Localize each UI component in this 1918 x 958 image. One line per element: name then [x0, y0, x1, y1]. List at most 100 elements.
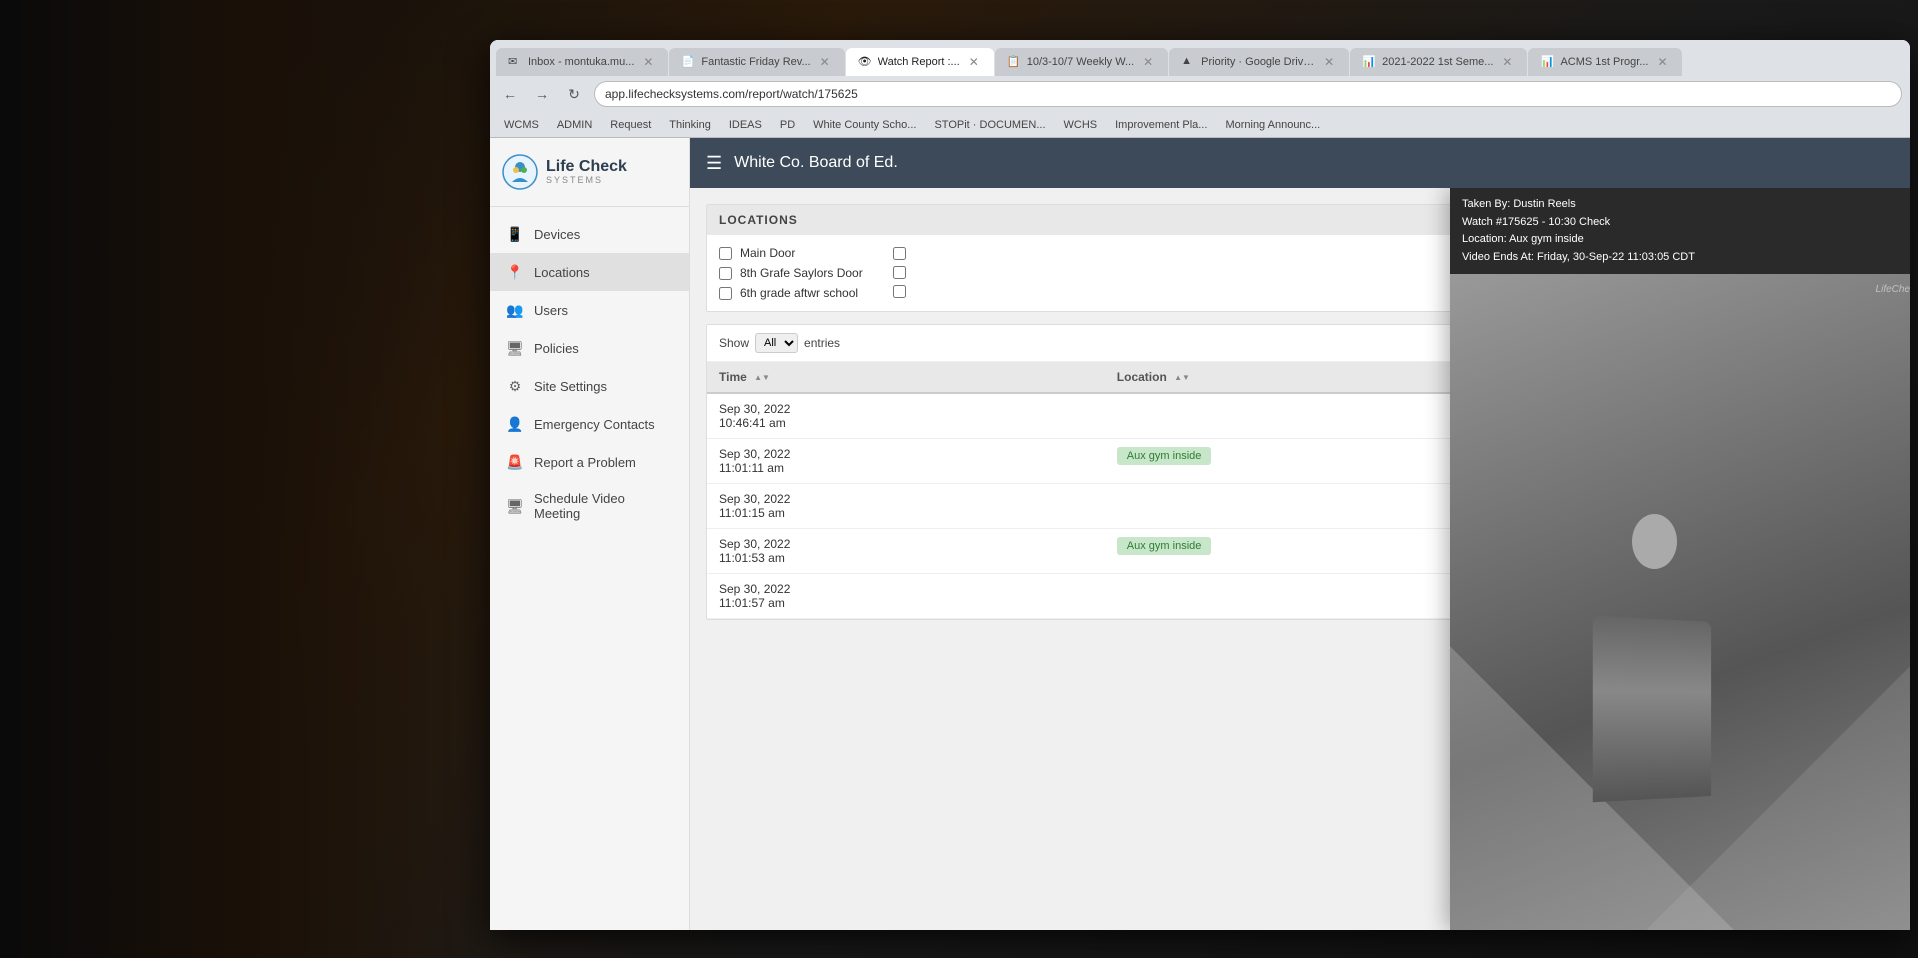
sidebar-item-emergency-contacts[interactable]: 👤 Emergency Contacts: [490, 405, 689, 443]
bookmark-label-pd: PD: [780, 119, 795, 131]
org-title: White Co. Board of Ed.: [734, 154, 898, 172]
watch-report-overlay: Taken By: Dustin Reels Watch #175625 - 1…: [1450, 188, 1910, 930]
bookmark-thinking[interactable]: Thinking: [663, 117, 717, 133]
tab-inbox[interactable]: ✉ Inbox - montuka.mu... ✕: [496, 48, 668, 76]
overlay-video-ends: Video Ends At: Friday, 30-Sep-22 11:03:0…: [1462, 249, 1910, 267]
bookmarks-bar: WCMS ADMIN Request Thinking IDEAS PD Whi…: [490, 112, 1910, 138]
tab-favicon-priority: ▲: [1181, 55, 1195, 69]
tab-close-weekly[interactable]: ✕: [1140, 54, 1156, 70]
logo-area: Life Check SYSTEMS: [490, 138, 689, 207]
bookmark-wchs[interactable]: WCHS: [1058, 117, 1104, 133]
sidebar: Life Check SYSTEMS 📱 Devices 📍 Locations…: [490, 138, 690, 930]
tab-friday[interactable]: 📄 Fantastic Friday Rev... ✕: [669, 48, 844, 76]
tab-watch-report[interactable]: 👁 Watch Report :... ✕: [846, 48, 994, 76]
bookmark-label-improvement: Improvement Pla...: [1115, 119, 1207, 131]
logo-text: Life Check SYSTEMS: [546, 159, 627, 185]
sidebar-label-policies: Policies: [534, 341, 579, 356]
bookmark-pd[interactable]: PD: [774, 117, 801, 133]
entries-select[interactable]: All 10 25 50: [755, 333, 798, 353]
tab-close-friday[interactable]: ✕: [817, 54, 833, 70]
location-badge-4: Aux gym inside: [1117, 537, 1212, 555]
tab-acms[interactable]: 📊 ACMS 1st Progr... ✕: [1528, 48, 1682, 76]
time-2: 11:01:11 am: [719, 461, 1093, 475]
bookmark-request[interactable]: Request: [604, 117, 657, 133]
tab-bar: ✉ Inbox - montuka.mu... ✕ 📄 Fantastic Fr…: [490, 40, 1910, 76]
bookmark-morning[interactable]: Morning Announc...: [1219, 117, 1326, 133]
tab-close-acms[interactable]: ✕: [1654, 54, 1670, 70]
bookmark-wcs[interactable]: White County Scho...: [807, 117, 922, 133]
tab-title-watch: Watch Report :...: [878, 56, 960, 68]
checkbox-6th-grade[interactable]: [719, 287, 732, 300]
bookmark-label-admin: ADMIN: [557, 119, 592, 131]
sort-arrows-time[interactable]: ▲▼: [754, 374, 770, 382]
date-3: Sep 30, 2022: [719, 492, 1093, 506]
sidebar-item-report-problem[interactable]: 🚨 Report a Problem: [490, 443, 689, 481]
tab-title-weekly: 10/3-10/7 Weekly W...: [1027, 56, 1134, 68]
checkbox-row-8th-grade: 8th Grafe Saylors Door: [719, 263, 863, 283]
col-header-time: Time ▲▼: [707, 362, 1105, 393]
bookmark-label-wcms: WCMS: [504, 119, 539, 131]
logo-icon: [502, 154, 538, 190]
bookmark-wcms[interactable]: WCMS: [498, 117, 545, 133]
checkbox-col-left: Main Door 8th Grafe Saylors Door 6th gra…: [719, 243, 863, 303]
url-display: app.lifechecksystems.com/report/watch/17…: [605, 87, 858, 101]
bookmark-admin[interactable]: ADMIN: [551, 117, 598, 133]
tab-favicon-friday: 📄: [681, 55, 695, 69]
forward-button[interactable]: →: [530, 82, 554, 106]
cell-time-1: Sep 30, 2022 10:46:41 am: [707, 393, 1105, 439]
address-bar[interactable]: app.lifechecksystems.com/report/watch/17…: [594, 81, 1902, 107]
tab-weekly[interactable]: 📋 10/3-10/7 Weekly W... ✕: [995, 48, 1168, 76]
sidebar-item-users[interactable]: 👥 Users: [490, 291, 689, 329]
sidebar-label-meeting: Schedule Video Meeting: [534, 491, 673, 521]
meeting-icon: 🖥: [506, 497, 524, 515]
tab-favicon-watch: 👁: [858, 55, 872, 69]
sidebar-label-settings: Site Settings: [534, 379, 607, 394]
bookmark-ideas[interactable]: IDEAS: [723, 117, 768, 133]
tab-priority[interactable]: ▲ Priority · Google Drive... ✕: [1169, 48, 1349, 76]
checkbox-extra-2[interactable]: [893, 266, 906, 279]
bookmark-stopit[interactable]: STOPit · DOCUMEN...: [928, 117, 1051, 133]
tab-close-inbox[interactable]: ✕: [640, 54, 656, 70]
sidebar-label-devices: Devices: [534, 227, 580, 242]
checkbox-label-main-door: Main Door: [740, 246, 795, 260]
bookmark-label-morning: Morning Announc...: [1225, 119, 1320, 131]
bookmark-label-ideas: IDEAS: [729, 119, 762, 131]
hamburger-button[interactable]: ☰: [706, 153, 722, 174]
back-button[interactable]: ←: [498, 82, 522, 106]
tab-favicon-inbox: ✉: [508, 55, 522, 69]
bookmark-label-thinking: Thinking: [669, 119, 711, 131]
logo-name: Life Check: [546, 159, 627, 175]
overlay-video-inner: LifeCheck: [1450, 274, 1910, 930]
tab-close-priority[interactable]: ✕: [1321, 54, 1337, 70]
bookmark-improvement[interactable]: Improvement Pla...: [1109, 117, 1213, 133]
entries-label: entries: [804, 336, 840, 350]
time-5: 11:01:57 am: [719, 596, 1093, 610]
tab-favicon-weekly: 📋: [1007, 55, 1021, 69]
sidebar-item-locations[interactable]: 📍 Locations: [490, 253, 689, 291]
sidebar-item-site-settings[interactable]: ⚙ Site Settings: [490, 367, 689, 405]
bookmark-label-wchs: WCHS: [1064, 119, 1098, 131]
sidebar-item-policies[interactable]: 🖥 Policies: [490, 329, 689, 367]
cam-overlay: [1450, 274, 1910, 930]
checkbox-main-door[interactable]: [719, 247, 732, 260]
checkbox-8th-grade[interactable]: [719, 267, 732, 280]
content-area: LOCATIONS Main Door 8th Grafe Saylors Do…: [690, 188, 1910, 930]
checkbox-extra-3[interactable]: [893, 285, 906, 298]
sidebar-item-schedule-meeting[interactable]: 🖥 Schedule Video Meeting: [490, 481, 689, 531]
checkbox-extra-1[interactable]: [893, 247, 906, 260]
bookmark-label-stopit: STOPit · DOCUMEN...: [934, 119, 1045, 131]
date-1: Sep 30, 2022: [719, 402, 1093, 416]
date-2: Sep 30, 2022: [719, 447, 1093, 461]
overlay-header: Taken By: Dustin Reels Watch #175625 - 1…: [1450, 188, 1910, 274]
logo-sub: SYSTEMS: [546, 175, 627, 185]
sort-arrows-location[interactable]: ▲▼: [1174, 374, 1190, 382]
tab-title-priority: Priority · Google Drive...: [1201, 56, 1315, 68]
sidebar-label-report: Report a Problem: [534, 455, 636, 470]
tab-grades[interactable]: 📊 2021-2022 1st Seme... ✕: [1350, 48, 1527, 76]
reload-button[interactable]: ↻: [562, 82, 586, 106]
sidebar-item-devices[interactable]: 📱 Devices: [490, 215, 689, 253]
watermark: LifeCheck: [1876, 284, 1910, 295]
tab-close-watch[interactable]: ✕: [966, 54, 982, 70]
users-icon: 👥: [506, 301, 524, 319]
tab-close-grades[interactable]: ✕: [1499, 54, 1515, 70]
